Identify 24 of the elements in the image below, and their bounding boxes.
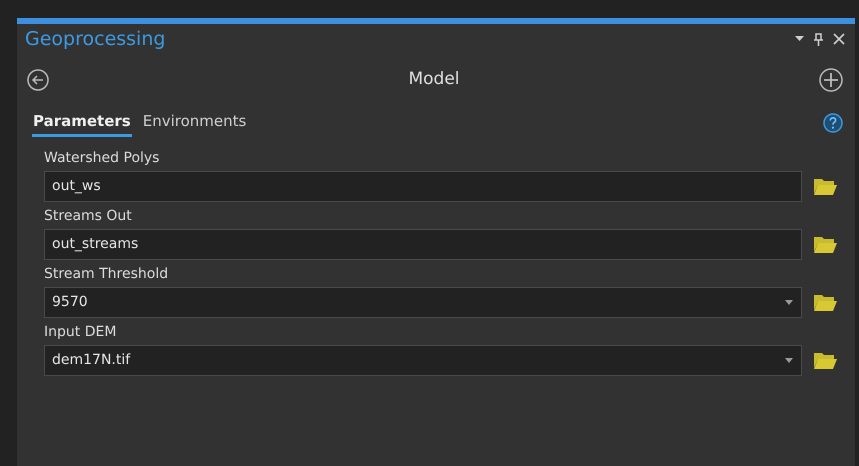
parameter-label: Input DEM — [44, 322, 116, 342]
dropdown-field[interactable]: 9570 — [44, 286, 802, 318]
dropdown-icon[interactable] — [795, 36, 804, 42]
caret-icon — [785, 300, 793, 304]
parameter-label: Streams Out — [44, 206, 132, 226]
pin-icon[interactable] — [814, 32, 823, 46]
folder-icon[interactable] — [813, 292, 837, 312]
help-icon[interactable] — [823, 113, 843, 134]
input-field[interactable]: out_streams — [44, 228, 802, 260]
folder-icon[interactable] — [813, 350, 837, 370]
tab[interactable]: Environments — [142, 110, 248, 136]
folder-icon[interactable] — [813, 234, 837, 254]
parameter-label: Watershed Polys — [44, 148, 160, 168]
folder-icon[interactable] — [813, 176, 837, 196]
back-icon[interactable] — [27, 69, 49, 91]
input-field[interactable]: out_ws — [44, 170, 802, 202]
tab[interactable]: Parameters — [32, 110, 132, 136]
tool-title: Model — [408, 68, 460, 92]
close-icon[interactable] — [833, 33, 845, 45]
add-icon[interactable] — [818, 68, 843, 92]
parameter-label: Stream Threshold — [44, 264, 168, 284]
caret-icon — [785, 358, 793, 362]
pane-title: Geoprocessing — [25, 26, 166, 52]
dropdown-field[interactable]: dem17N.tif — [44, 344, 802, 376]
